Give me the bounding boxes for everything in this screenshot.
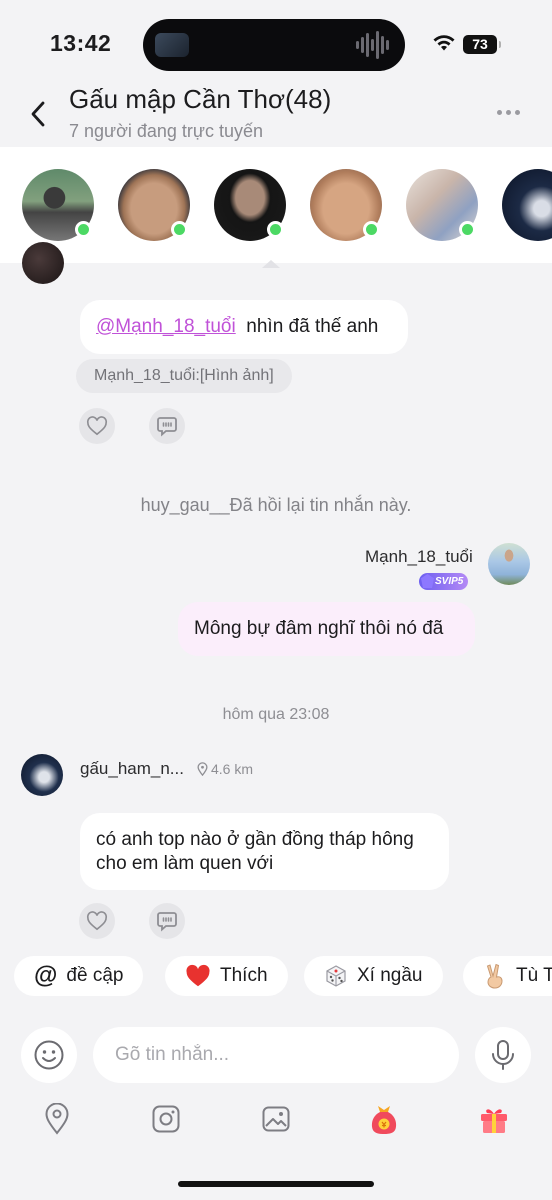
- dice-icon: [326, 965, 346, 987]
- location-pin-icon: [45, 1103, 69, 1135]
- dice-chip[interactable]: Xí ngầu: [304, 956, 443, 996]
- gallery-button[interactable]: [259, 1102, 293, 1136]
- emoji-button[interactable]: [21, 1027, 77, 1083]
- heart-icon: [186, 964, 210, 987]
- message-text-line: cho em làm quen với: [96, 853, 274, 874]
- money-bag-icon: [371, 1106, 397, 1134]
- gift-button[interactable]: [477, 1102, 511, 1136]
- wifi-icon: [433, 35, 455, 51]
- strip-pointer: [262, 260, 280, 268]
- camera-button[interactable]: [149, 1102, 183, 1136]
- chip-label: Thích: [220, 965, 268, 986]
- back-icon[interactable]: [26, 99, 50, 129]
- svip-badge: SVIP5: [419, 573, 469, 590]
- system-notice: huy_gau__Đã hồi lại tin nhắn này.: [140, 495, 412, 515]
- sender-name[interactable]: gấu_ham_n...: [80, 759, 184, 779]
- online-indicator: [267, 221, 284, 238]
- audio-wave-icon: [356, 31, 389, 59]
- reply-quote-button[interactable]: [149, 408, 185, 444]
- online-indicator: [171, 221, 188, 238]
- online-members-strip[interactable]: [0, 147, 552, 263]
- gift-icon: [481, 1109, 507, 1133]
- online-indicator: [75, 221, 92, 238]
- message-bubble[interactable]: có anh top nào ở gần đồng tháp hông cho …: [80, 813, 449, 890]
- chip-label: Tù T: [516, 965, 552, 986]
- message-input[interactable]: [93, 1027, 459, 1083]
- smiley-icon: [34, 1040, 64, 1070]
- sender-avatar[interactable]: [22, 242, 64, 284]
- more-options-icon[interactable]: [497, 110, 520, 115]
- like-chip[interactable]: Thích: [165, 956, 288, 996]
- mention-chip[interactable]: @ đề cập: [14, 956, 144, 996]
- sender-avatar[interactable]: [488, 543, 530, 585]
- distance-value: 4.6 km: [211, 761, 254, 777]
- status-bar: 13:42 73: [0, 0, 552, 88]
- message-text: nhìn đã thế anh: [246, 316, 379, 337]
- microphone-icon: [492, 1040, 514, 1070]
- sender-avatar[interactable]: [21, 754, 63, 796]
- message-text: Mông bự đâm nghĩ thôi nó đã: [194, 618, 444, 639]
- chat-title: Gấu mập Cần Thơ(48): [69, 84, 332, 114]
- image-icon: [262, 1106, 290, 1132]
- red-envelope-button[interactable]: [367, 1102, 401, 1136]
- online-indicator: [459, 221, 476, 238]
- at-icon: @: [34, 962, 58, 989]
- location-share-button[interactable]: [40, 1102, 74, 1136]
- voice-button[interactable]: [475, 1027, 531, 1083]
- quoted-message[interactable]: Mạnh_18_tuổi:[Hình ảnh]: [76, 359, 292, 393]
- heart-outline-icon: [86, 911, 108, 931]
- outgoing-message-bubble[interactable]: Mông bự đâm nghĩ thôi nó đã: [178, 602, 475, 656]
- quote-bubble-icon: [157, 417, 177, 437]
- victory-hand-icon: [486, 963, 503, 989]
- quote-bubble-icon: [157, 912, 177, 932]
- rock-paper-scissors-chip[interactable]: Tù T: [463, 956, 552, 996]
- message-text-line: có anh top nào ở gần đồng tháp hông: [96, 829, 414, 850]
- dynamic-island: [143, 19, 405, 71]
- online-indicator: [363, 221, 380, 238]
- mention-link[interactable]: @Mạnh_18_tuổi: [96, 316, 236, 337]
- battery-indicator: 73: [463, 35, 501, 54]
- online-count: 7 người đang trực tuyến: [69, 121, 264, 141]
- message-timestamp: hôm qua 23:08: [222, 706, 330, 723]
- like-button[interactable]: [79, 903, 115, 939]
- status-time: 13:42: [50, 30, 112, 56]
- sender-name[interactable]: Mạnh_18_tuổi: [365, 547, 473, 567]
- message-bubble[interactable]: @Mạnh_18_tuổi nhìn đã thế anh: [80, 300, 408, 354]
- chip-label: đề cập: [66, 965, 124, 986]
- location-pin-icon: [197, 762, 208, 776]
- distance-label: 4.6 km: [197, 761, 253, 777]
- heart-outline-icon: [86, 416, 108, 436]
- like-button[interactable]: [79, 408, 115, 444]
- chip-label: Xí ngầu: [357, 965, 423, 986]
- member-avatar[interactable]: [502, 169, 552, 241]
- camera-icon: [152, 1105, 180, 1133]
- now-playing-thumbnail: [155, 33, 189, 57]
- reply-quote-button[interactable]: [149, 903, 185, 939]
- home-indicator: [178, 1181, 374, 1187]
